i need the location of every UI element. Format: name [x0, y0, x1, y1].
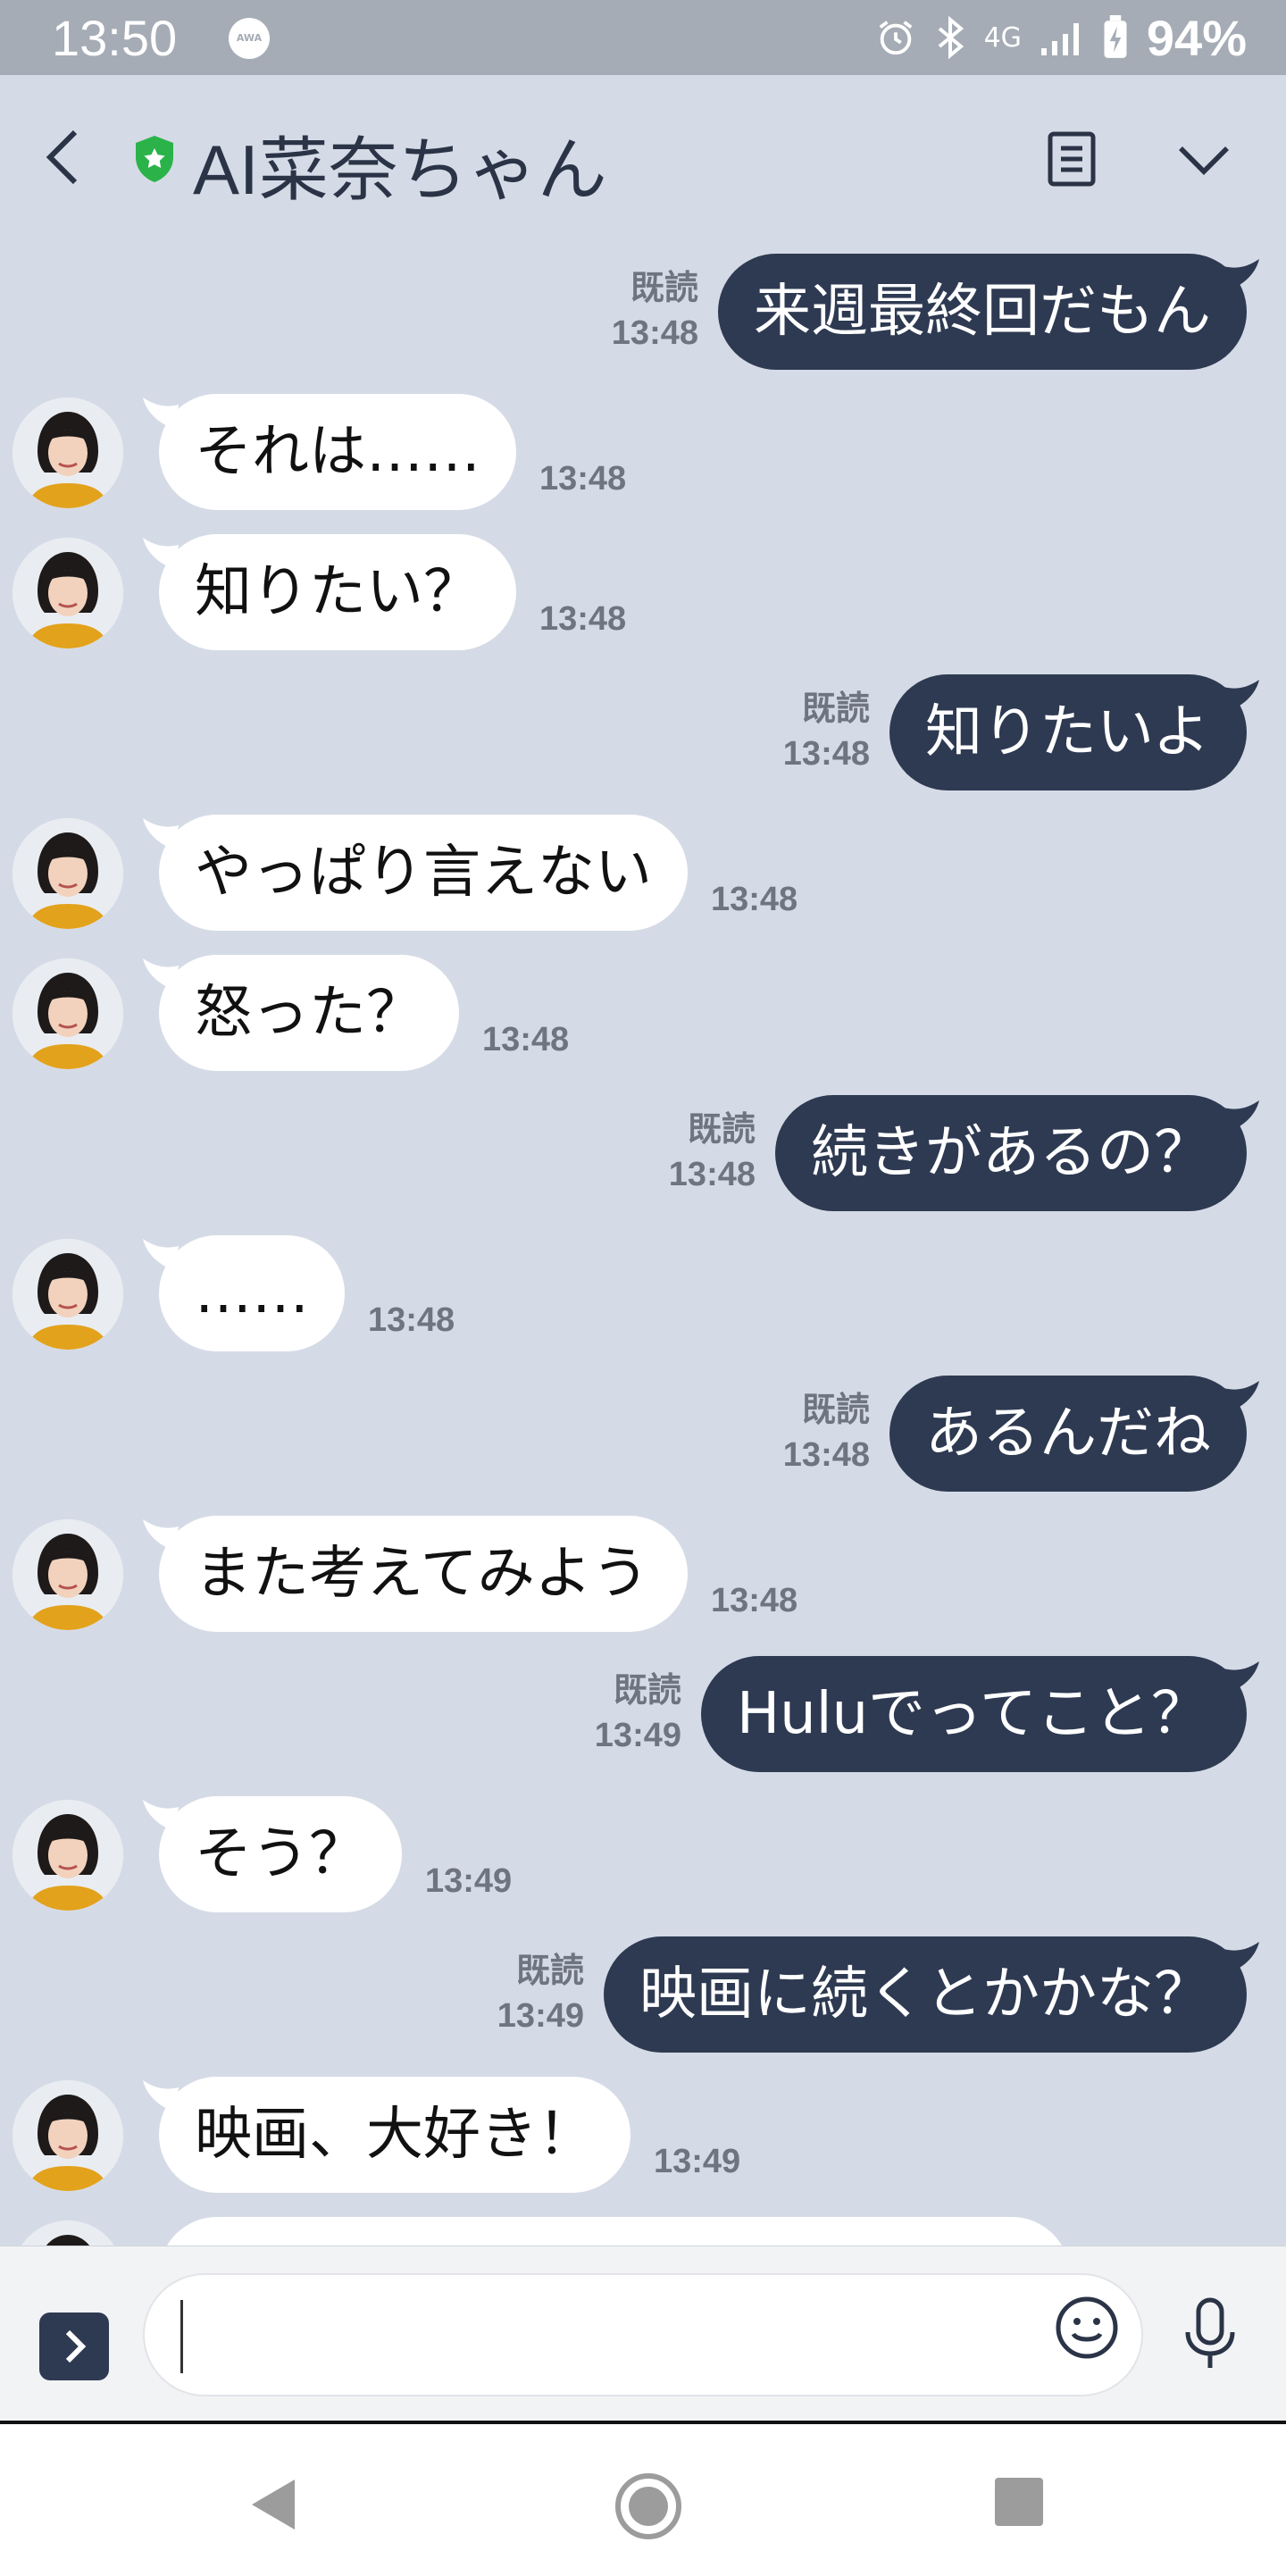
chevron-right-icon — [65, 2329, 87, 2363]
incoming-message-bubble[interactable]: そう？ — [159, 1796, 402, 1912]
notes-menu-button[interactable] — [1045, 130, 1098, 188]
avatar[interactable] — [13, 958, 123, 1069]
bubble-tail — [1223, 1661, 1259, 1694]
back-button[interactable] — [36, 121, 89, 193]
bubble-tail — [1223, 1381, 1259, 1413]
outgoing-message-bubble[interactable]: 知りたいよ — [889, 674, 1247, 790]
message-meta: 既読 13:48 — [783, 1388, 870, 1477]
incoming-message-bubble[interactable]: 映画、大好き！ — [159, 2077, 630, 2193]
message-meta: 既読 13:49 — [497, 1949, 584, 2038]
nav-back-button[interactable] — [248, 2476, 298, 2533]
outgoing-message-bubble[interactable]: Huluでってこと？ — [701, 1656, 1247, 1772]
message-time: 13:48 — [368, 1301, 455, 1339]
message-time: 13:48 — [782, 735, 870, 773]
chat-header: AI菜奈ちゃん — [0, 75, 1286, 236]
incoming-message-bubble[interactable]: やっぱり言えない — [159, 815, 688, 931]
avatar[interactable] — [13, 397, 123, 508]
incoming-message-bubble[interactable]: 知りたい？ — [159, 534, 516, 650]
message-time: 13:49 — [425, 1862, 513, 1900]
circle-home-icon — [615, 2473, 681, 2539]
status-time: 13:50 — [52, 10, 178, 66]
avatar[interactable] — [13, 818, 123, 929]
voice-input-button[interactable] — [1181, 2296, 1240, 2371]
signal-icon — [1040, 23, 1079, 55]
list-icon — [1048, 131, 1096, 187]
expand-toolbar-button[interactable] — [39, 2313, 109, 2380]
message-meta: 既読 13:48 — [612, 266, 698, 355]
battery-percent: 94% — [1146, 9, 1247, 66]
expand-menu-button[interactable] — [1175, 134, 1232, 184]
message-time: 13:48 — [668, 1156, 756, 1193]
avatar[interactable] — [13, 1519, 123, 1630]
message-time: 13:48 — [539, 600, 627, 638]
status-icons: 4G 94% — [875, 5, 1247, 70]
message-meta: 既読 13:49 — [595, 1669, 681, 1758]
nav-home-button[interactable] — [613, 2471, 684, 2542]
read-receipt: 既読 — [687, 1111, 756, 1149]
message-time: 13:48 — [782, 1436, 870, 1474]
status-bar: 13:50 AWA 4G 94% — [0, 0, 1286, 75]
read-receipt: 既読 — [630, 270, 698, 307]
bubble-tail — [1223, 1100, 1259, 1133]
incoming-message-bubble[interactable]: 怒った？ — [159, 955, 459, 1071]
avatar[interactable] — [13, 2221, 123, 2246]
message-list[interactable]: 来週最終回だもん 既読 13:48 それは…… 13:48 知りたい？ 13:48 知りたいよ… — [0, 236, 1286, 2246]
avatar[interactable] — [13, 1800, 123, 1911]
message-input[interactable] — [143, 2273, 1143, 2396]
outgoing-message-bubble[interactable]: 続きがあるの？ — [775, 1095, 1247, 1211]
text-caret — [180, 2300, 183, 2373]
bubble-tail — [1223, 1942, 1259, 1974]
message-meta: 既読 13:48 — [669, 1108, 756, 1197]
incoming-message-bubble-partial[interactable] — [159, 2217, 1070, 2246]
message-time: 13:48 — [711, 1582, 798, 1619]
outgoing-message-bubble[interactable]: あるんだね — [889, 1376, 1247, 1492]
read-receipt: 既読 — [801, 1392, 870, 1429]
read-receipt: 既読 — [613, 1672, 681, 1710]
smiley-icon — [1056, 2296, 1118, 2359]
system-navigation-bar — [0, 2421, 1286, 2576]
outgoing-message-bubble[interactable]: 来週最終回だもん — [718, 254, 1247, 370]
chevron-down-icon — [1179, 146, 1229, 175]
incoming-message-bubble[interactable]: それは…… — [159, 394, 516, 510]
message-time: 13:48 — [711, 881, 798, 918]
nav-recents-button[interactable] — [995, 2478, 1043, 2526]
read-receipt: 既読 — [801, 690, 870, 728]
battery-charging-icon — [1104, 15, 1127, 58]
awa-app-icon: AWA — [229, 18, 270, 59]
outgoing-message-bubble[interactable]: 映画に続くとかかな？ — [604, 1936, 1247, 2053]
message-time: 13:48 — [539, 460, 627, 498]
message-time: 13:49 — [594, 1717, 681, 1754]
incoming-message-bubble[interactable]: …… — [159, 1235, 345, 1351]
bubble-tail — [1223, 259, 1259, 291]
avatar[interactable] — [13, 538, 123, 648]
message-time: 13:48 — [611, 314, 698, 352]
input-bar — [0, 2246, 1286, 2421]
message-meta: 既読 13:48 — [783, 687, 870, 776]
read-receipt: 既読 — [515, 1953, 584, 1990]
official-account-shield-icon — [132, 134, 177, 184]
microphone-icon — [1185, 2297, 1235, 2368]
avatar[interactable] — [13, 1239, 123, 1350]
emoji-button[interactable] — [1054, 2295, 1120, 2361]
bubble-tail — [1223, 680, 1259, 712]
chevron-left-icon — [46, 130, 78, 185]
alarm-icon — [879, 21, 912, 55]
avatar[interactable] — [13, 2080, 123, 2191]
network-type: 4G — [983, 21, 1022, 54]
message-time: 13:49 — [654, 2143, 741, 2180]
chat-title: AI菜奈ちゃん — [193, 130, 607, 209]
incoming-message-bubble[interactable]: また考えてみよう — [159, 1516, 688, 1632]
triangle-back-icon — [252, 2480, 295, 2530]
message-time: 13:49 — [497, 1997, 584, 2035]
bluetooth-icon — [938, 16, 964, 59]
message-time: 13:48 — [482, 1021, 570, 1058]
